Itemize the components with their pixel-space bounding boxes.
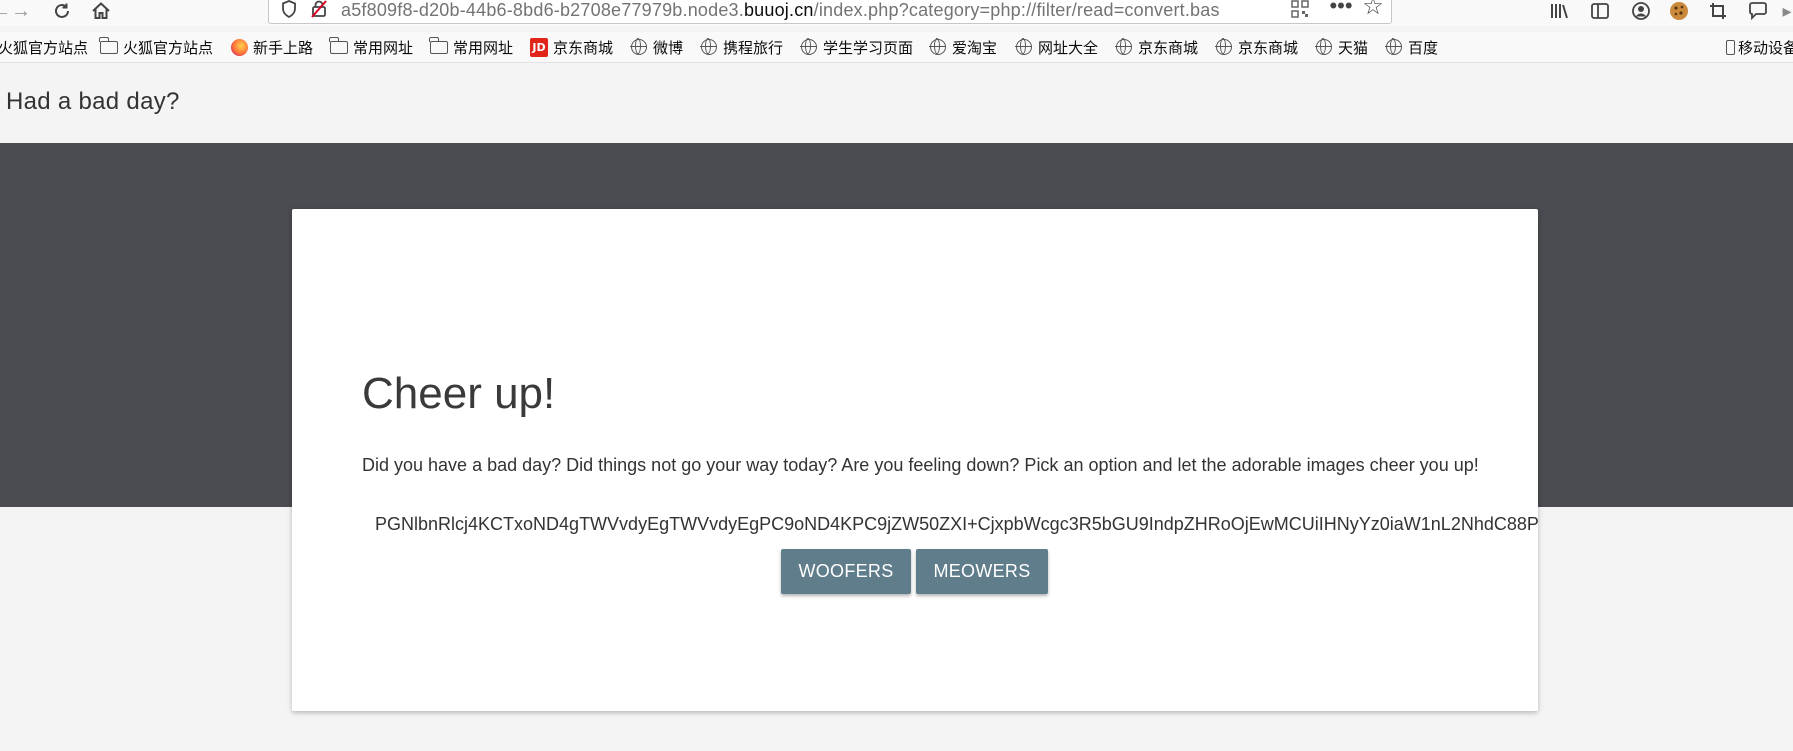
bookmark-item[interactable]: 爱淘宝 <box>929 36 997 58</box>
library-icon[interactable] <box>1546 0 1572 22</box>
account-icon[interactable] <box>1629 0 1653 22</box>
card-title: Cheer up! <box>362 369 556 418</box>
bookmark-label: 新手上路 <box>253 39 314 57</box>
bookmark-label: 携程旅行 <box>723 39 784 57</box>
meowers-button[interactable]: MEOWERS <box>916 549 1048 594</box>
site-title: Had a bad day? <box>6 88 180 115</box>
cookie-extension-icon[interactable] <box>1667 0 1691 22</box>
bookmark-item[interactable]: 火狐官方站点 <box>0 36 88 58</box>
mobile-bookmarks-label: 移动设备 <box>1738 39 1793 57</box>
url-fade <box>1221 0 1281 23</box>
chat-icon[interactable] <box>1746 0 1770 22</box>
jd-icon: JD <box>530 37 548 57</box>
bookmark-label: 火狐官方站点 <box>123 39 214 57</box>
bookmark-item[interactable]: 常用网址 <box>429 36 514 58</box>
card-description: Did you have a bad day? Did things not g… <box>362 455 1479 475</box>
bookmark-label: 网址大全 <box>1038 39 1099 57</box>
bookmark-star-icon[interactable]: ☆ <box>1359 0 1387 19</box>
bookmark-label: 爱淘宝 <box>952 39 998 57</box>
globe-icon <box>1385 38 1403 56</box>
site-info-icon[interactable] <box>277 0 301 20</box>
crop-icon[interactable] <box>1706 0 1730 22</box>
globe-icon <box>1015 38 1033 56</box>
address-bar[interactable]: a5f809f8-d20b-44b6-8bd6-b2708e77979b.nod… <box>268 0 1392 24</box>
globe-icon <box>1115 38 1133 56</box>
globe-icon <box>700 38 718 56</box>
bookmark-item[interactable]: 京东商城 <box>1115 36 1198 58</box>
bookmark-item[interactable]: 学生学习页面 <box>800 36 913 58</box>
bookmark-label: 京东商城 <box>553 39 614 57</box>
bookmark-label: 学生学习页面 <box>823 39 914 57</box>
browser-toolbar: ← → a5f809f8-d20b-44b6-8bd6-b2708e77979b… <box>0 0 1793 26</box>
bookmark-label: 微博 <box>653 39 684 57</box>
bookmark-label: 常用网址 <box>453 39 514 57</box>
url-text[interactable]: a5f809f8-d20b-44b6-8bd6-b2708e77979b.nod… <box>341 0 1220 21</box>
folder-icon <box>329 36 348 56</box>
folder-icon <box>99 36 118 56</box>
menu-icon[interactable]: ▸ <box>1780 0 1793 22</box>
content-card: Cheer up! Did you have a bad day? Did th… <box>292 209 1538 711</box>
bookmark-item[interactable]: 天猫 <box>1315 36 1368 58</box>
back-icon[interactable]: ← <box>0 0 11 22</box>
insecure-lock-icon[interactable] <box>307 0 331 20</box>
bookmark-item[interactable]: 微博 <box>630 36 683 58</box>
reload-icon[interactable] <box>50 0 74 22</box>
bookmarks-bar: 火狐官方站点 火狐官方站点 新手上路 常用网址 常用网址 JD 京东商城 微博 … <box>0 32 1793 63</box>
bookmark-label: 常用网址 <box>353 39 414 57</box>
bookmark-label: 京东商城 <box>1238 39 1299 57</box>
folder-icon <box>429 36 448 56</box>
bookmark-label: 百度 <box>1408 39 1439 57</box>
forward-icon[interactable]: → <box>8 0 34 22</box>
bookmark-item[interactable]: 新手上路 <box>230 36 313 58</box>
bookmark-label: 京东商城 <box>1138 39 1199 57</box>
page-actions-icon[interactable]: ••• <box>1327 0 1355 17</box>
bookmark-item[interactable]: 常用网址 <box>329 36 414 58</box>
bookmark-item[interactable]: 百度 <box>1385 36 1438 58</box>
bookmark-item[interactable]: JD 京东商城 <box>530 36 613 58</box>
qr-code-icon[interactable] <box>1288 0 1312 20</box>
home-icon[interactable] <box>89 0 113 22</box>
mobile-bookmarks[interactable]: 移动设备 <box>1725 36 1793 58</box>
bookmark-label: 天猫 <box>1338 39 1369 57</box>
globe-icon <box>1215 38 1233 56</box>
bookmark-item[interactable]: 京东商城 <box>1215 36 1298 58</box>
woofers-button[interactable]: WOOFERS <box>781 549 911 594</box>
globe-icon <box>929 38 947 56</box>
bookmark-item[interactable]: 网址大全 <box>1015 36 1098 58</box>
bookmark-item[interactable]: 携程旅行 <box>700 36 783 58</box>
bookmark-label: 火狐官方站点 <box>0 39 89 57</box>
globe-icon <box>800 38 818 56</box>
phone-icon <box>1725 38 1735 56</box>
base64-output: PGNlbnRlcj4KCTxoND4gTWVvdyEgTWVvdyEgPC9o… <box>375 514 1538 534</box>
sidebar-icon[interactable] <box>1588 0 1612 22</box>
globe-icon <box>630 38 648 56</box>
globe-icon <box>1315 38 1333 56</box>
firefox-icon <box>230 38 248 56</box>
bookmark-item[interactable]: 火狐官方站点 <box>99 36 214 58</box>
